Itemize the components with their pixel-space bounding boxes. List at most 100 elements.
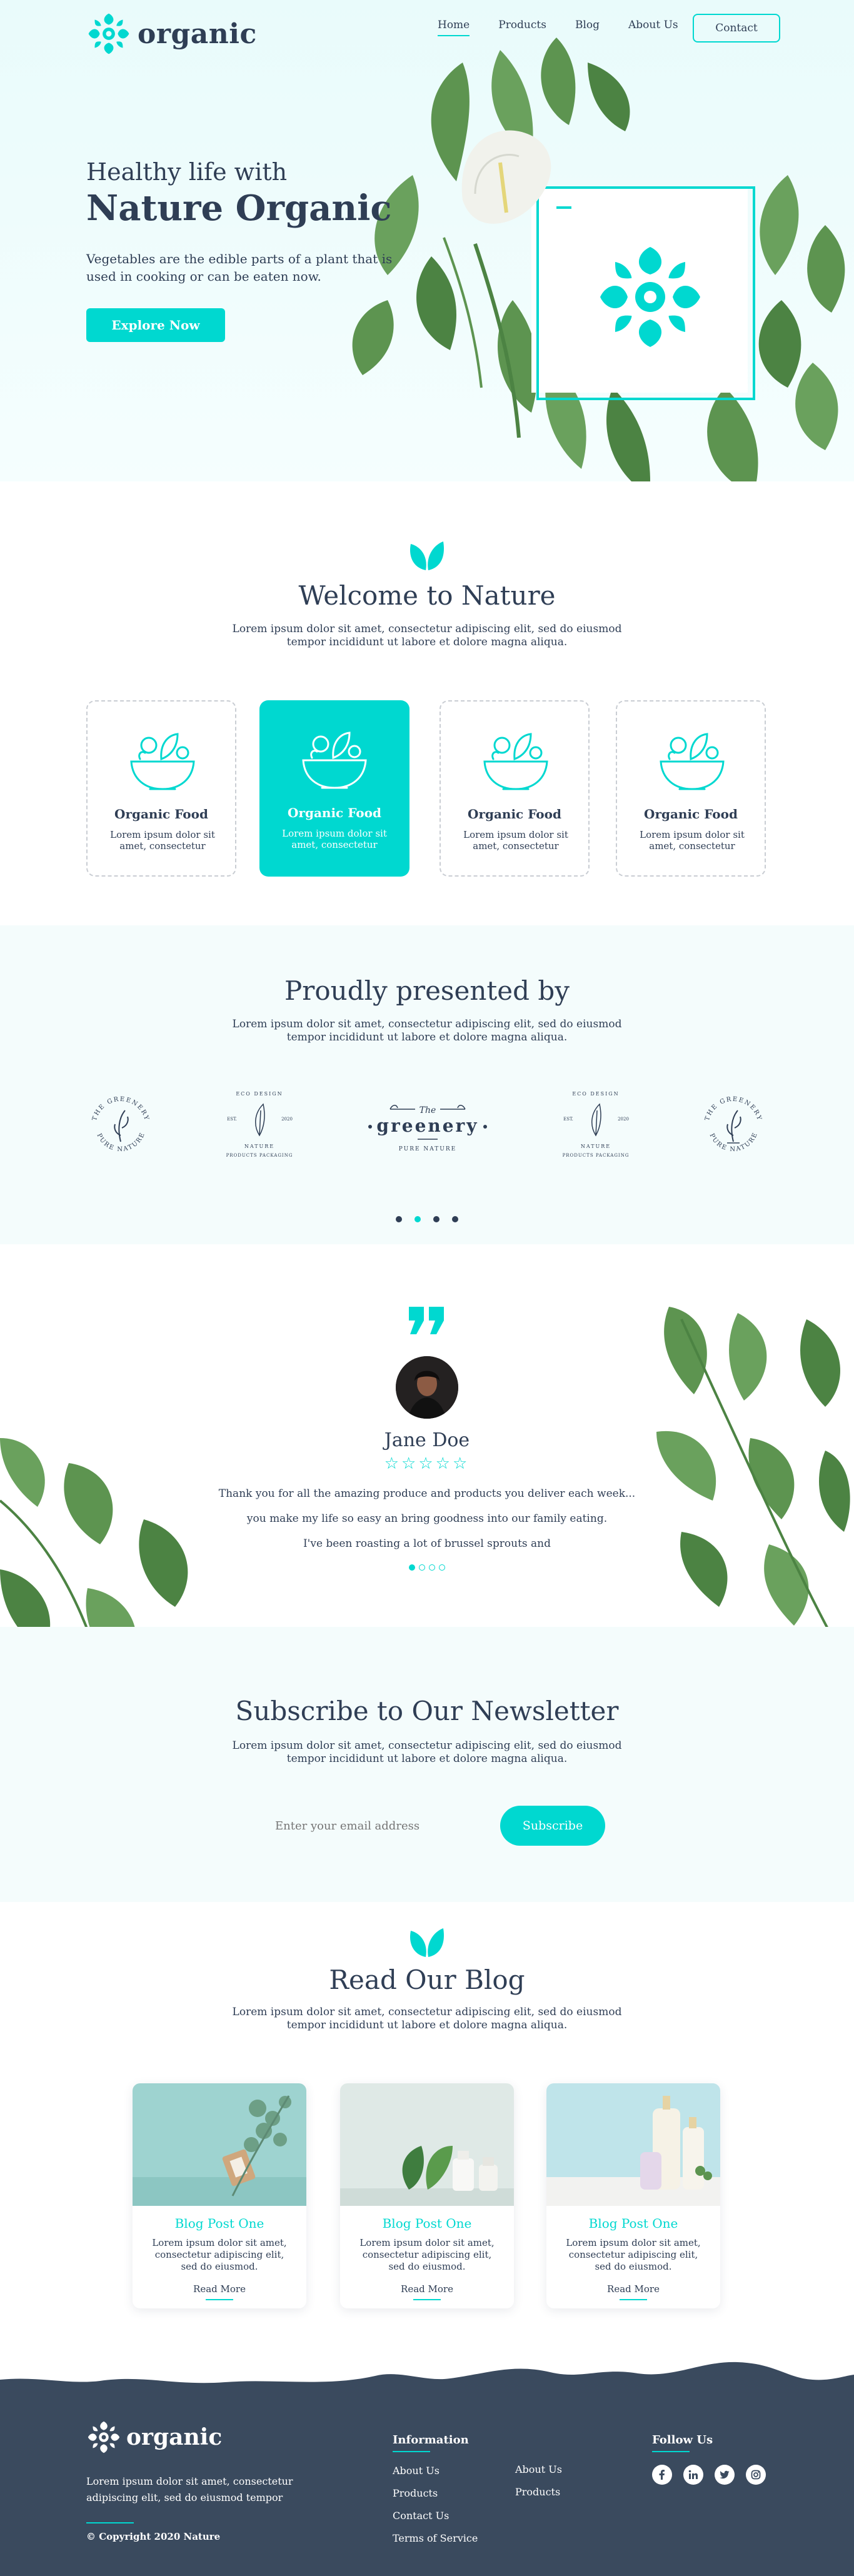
instagram-icon[interactable] bbox=[746, 2465, 766, 2485]
partners-section: Proudly presented by Lorem ipsum dolor s… bbox=[0, 925, 854, 1244]
read-more-underline bbox=[620, 2299, 647, 2300]
brand-text: 2020 bbox=[618, 1117, 629, 1122]
main-nav: Home Products Blog About Us bbox=[438, 19, 678, 36]
footer-link-contact-us[interactable]: Contact Us bbox=[393, 2510, 449, 2522]
card-title: Organic Food bbox=[468, 807, 561, 822]
read-more-link[interactable]: Read More bbox=[340, 2283, 514, 2295]
carousel-dot[interactable] bbox=[429, 1564, 435, 1571]
partners-carousel-dots bbox=[0, 1216, 854, 1222]
footer-link-about-us[interactable]: About Us bbox=[515, 2463, 562, 2475]
footer-link-products[interactable]: Products bbox=[515, 2486, 560, 2498]
facebook-icon[interactable] bbox=[652, 2465, 672, 2485]
card-title: Organic Food bbox=[644, 807, 738, 822]
blog-card[interactable]: Blog Post One Lorem ipsum dolor sit amet… bbox=[340, 2083, 514, 2308]
read-more-link[interactable]: Read More bbox=[546, 2283, 720, 2295]
blog-post-title[interactable]: Blog Post One bbox=[340, 2216, 514, 2231]
blog-image-bottles bbox=[546, 2083, 720, 2206]
blog-image-cosmetics bbox=[340, 2083, 514, 2206]
testimonial-text: you make my life so easy an bring goodne… bbox=[246, 1512, 608, 1525]
salad-bowl-icon bbox=[130, 733, 195, 790]
brand-logo-greenery-badge[interactable]: THE GREENERY PURE NATURE bbox=[86, 1079, 155, 1173]
carousel-dot[interactable] bbox=[439, 1564, 445, 1571]
read-more-underline bbox=[206, 2299, 233, 2300]
brand-text: PURE NATURE bbox=[708, 1131, 758, 1153]
newsletter-title: Subscribe to Our Newsletter bbox=[235, 1696, 619, 1726]
leaf-decoration-right bbox=[656, 1307, 851, 1669]
subscribe-button[interactable]: Subscribe bbox=[500, 1806, 605, 1846]
brand-text: EST. bbox=[563, 1117, 573, 1122]
brand-text: NATURE bbox=[581, 1144, 611, 1149]
hero-section: Healthy life with Nature Organic Vegetab… bbox=[0, 0, 854, 481]
card-title: Organic Food bbox=[288, 805, 381, 820]
carousel-dot[interactable] bbox=[452, 1216, 458, 1222]
brand-text: PRODUCTS PACKAGING bbox=[563, 1153, 630, 1158]
leaf-icon bbox=[410, 541, 444, 570]
blog-post-title[interactable]: Blog Post One bbox=[133, 2216, 306, 2231]
blog-post-excerpt: Lorem ipsum dolor sit amet, consectetur … bbox=[359, 2237, 495, 2272]
brand-text: PRODUCTS PACKAGING bbox=[226, 1153, 293, 1158]
footer-link-products[interactable]: Products bbox=[393, 2487, 438, 2499]
feature-card[interactable]: Organic Food Lorem ipsum dolor sit amet,… bbox=[86, 700, 236, 877]
hero-plant-illustration bbox=[352, 38, 845, 481]
divider bbox=[393, 2451, 430, 2452]
blog-post-title[interactable]: Blog Post One bbox=[546, 2216, 720, 2231]
feature-card[interactable]: Organic Food Lorem ipsum dolor sit amet,… bbox=[616, 700, 766, 877]
brand-text: ECO DESIGN bbox=[572, 1091, 619, 1097]
carousel-dot-active[interactable] bbox=[414, 1216, 421, 1222]
read-more-link[interactable]: Read More bbox=[133, 2283, 306, 2295]
email-field[interactable] bbox=[263, 1806, 500, 1846]
nav-products[interactable]: Products bbox=[498, 19, 546, 31]
svg-text:PURE NATURE: PURE NATURE bbox=[708, 1131, 760, 1153]
card-text: Lorem ipsum dolor sit amet, consectetur bbox=[282, 828, 387, 850]
blog-post-excerpt: Lorem ipsum dolor sit amet, consectetur … bbox=[152, 2237, 287, 2272]
divider bbox=[652, 2451, 690, 2452]
nav-blog[interactable]: Blog bbox=[575, 19, 600, 31]
avatar-portrait bbox=[396, 1356, 458, 1419]
feature-card[interactable]: Organic Food Lorem ipsum dolor sit amet,… bbox=[440, 700, 590, 877]
brand-text: EST. bbox=[227, 1117, 237, 1122]
blog-card[interactable]: Blog Post One Lorem ipsum dolor sit amet… bbox=[546, 2083, 720, 2308]
blog-description: Lorem ipsum dolor sit amet, consectetur … bbox=[232, 2006, 622, 2031]
blog-card[interactable]: Blog Post One Lorem ipsum dolor sit amet… bbox=[133, 2083, 306, 2308]
footer-link-terms[interactable]: Terms of Service bbox=[393, 2532, 478, 2544]
site-header: organic Home Products Blog About Us Cont… bbox=[0, 0, 854, 59]
carousel-dot[interactable] bbox=[396, 1216, 402, 1222]
brand-text: The bbox=[419, 1105, 436, 1115]
logo-text: organic bbox=[138, 18, 257, 50]
carousel-dot[interactable] bbox=[419, 1564, 425, 1571]
brand-logo-greenery-badge[interactable]: THE GREENERY PURE NATURE bbox=[699, 1079, 768, 1173]
brand-logo-the-greenery[interactable]: The greenery PURE NATURE bbox=[365, 1095, 490, 1158]
newsletter-section: Subscribe to Our Newsletter Lorem ipsum … bbox=[0, 1627, 854, 1902]
brand-logo-eco-design[interactable]: ECO DESIGN EST. 2020 NATURE PRODUCTS PAC… bbox=[558, 1085, 633, 1167]
blog-section: Read Our Blog Lorem ipsum dolor sit amet… bbox=[0, 1902, 854, 2377]
nav-about-us[interactable]: About Us bbox=[628, 19, 678, 31]
salad-bowl-icon bbox=[302, 732, 367, 789]
information-heading: Information bbox=[393, 2433, 469, 2447]
linkedin-icon[interactable] bbox=[683, 2465, 703, 2485]
card-title: Organic Food bbox=[114, 807, 208, 822]
footer-logo-text: organic bbox=[126, 2424, 223, 2450]
salad-bowl-icon bbox=[660, 733, 725, 790]
footer-logo[interactable]: organic bbox=[86, 2420, 222, 2455]
welcome-section: Welcome to Nature Lorem ipsum dolor sit … bbox=[0, 481, 854, 925]
blog-image-eucalyptus bbox=[133, 2083, 306, 2206]
feature-card-active[interactable]: Organic Food Lorem ipsum dolor sit amet,… bbox=[259, 700, 409, 877]
salad-bowl-icon bbox=[483, 733, 548, 790]
logo[interactable]: organic bbox=[86, 11, 257, 56]
brand-text: greenery bbox=[376, 1115, 478, 1136]
hero-title: Nature Organic bbox=[86, 188, 392, 229]
card-text: Lorem ipsum dolor sit amet, consectetur bbox=[640, 829, 745, 852]
twitter-icon[interactable] bbox=[715, 2465, 735, 2485]
welcome-description: Lorem ipsum dolor sit amet, consectetur … bbox=[232, 623, 622, 648]
brand-text: ECO DESIGN bbox=[236, 1091, 283, 1097]
contact-button[interactable]: Contact bbox=[693, 14, 780, 43]
carousel-dot[interactable] bbox=[433, 1216, 440, 1222]
testimonial-name: Jane Doe bbox=[384, 1429, 470, 1451]
testimonial-text: Thank you for all the amazing produce an… bbox=[218, 1487, 636, 1500]
testimonial-carousel-dots bbox=[0, 1564, 854, 1571]
carousel-dot-active[interactable] bbox=[409, 1564, 415, 1571]
explore-now-button[interactable]: Explore Now bbox=[86, 308, 225, 342]
brand-logo-eco-design[interactable]: ECO DESIGN EST. 2020 NATURE PRODUCTS PAC… bbox=[222, 1085, 297, 1167]
nav-home[interactable]: Home bbox=[438, 19, 470, 36]
footer-link-about-us[interactable]: About Us bbox=[393, 2465, 440, 2477]
